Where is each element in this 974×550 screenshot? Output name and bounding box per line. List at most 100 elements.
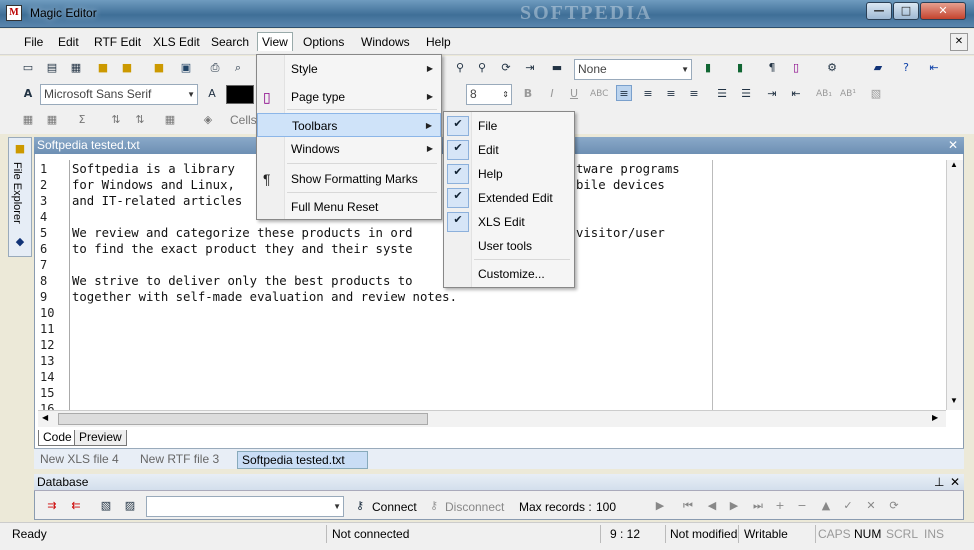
- bullets-icon[interactable]: ☰: [714, 86, 730, 102]
- toolbar-toggle-item[interactable]: User tools: [444, 234, 574, 258]
- font-color-icon[interactable]: A: [204, 86, 220, 102]
- bookmark-icon[interactable]: ◆: [12, 234, 28, 250]
- replace-icon[interactable]: ⟳: [498, 60, 514, 76]
- help-book-icon[interactable]: ▰: [870, 60, 886, 76]
- sort-desc-icon[interactable]: ⇅: [132, 112, 148, 128]
- view-menu-item[interactable]: Windows ▶: [257, 137, 441, 161]
- numbering-icon[interactable]: ☰: [738, 86, 754, 102]
- find-icon[interactable]: ⚲: [452, 60, 468, 76]
- tab-preview[interactable]: Preview: [74, 430, 127, 446]
- menubar-close-icon[interactable]: ✕: [950, 33, 968, 51]
- help-icon[interactable]: ?: [898, 60, 914, 76]
- view-menu-item[interactable]: Toolbars ▶: [257, 113, 441, 137]
- scroll-down-icon[interactable]: ▼: [950, 396, 958, 405]
- scroll-up-icon[interactable]: ▲: [950, 160, 958, 169]
- menu-search[interactable]: Search: [211, 35, 249, 49]
- add-record-icon[interactable]: +: [772, 498, 788, 514]
- exit-icon[interactable]: ⇤: [926, 60, 942, 76]
- print-icon[interactable]: ⎙: [207, 60, 223, 76]
- db-remove-icon[interactable]: ⇇: [68, 498, 84, 514]
- close-icon[interactable]: ✕: [950, 474, 960, 490]
- connect-button[interactable]: Connect: [372, 500, 417, 514]
- align-center-icon[interactable]: ≡: [640, 86, 656, 102]
- menu-edit[interactable]: Edit: [58, 35, 79, 49]
- outdent-icon[interactable]: ⇤: [788, 86, 804, 102]
- maximize-button[interactable]: □: [893, 2, 919, 20]
- indent-icon[interactable]: ⇥: [764, 86, 780, 102]
- scroll-right-icon[interactable]: ▶: [932, 413, 938, 422]
- connect-icon[interactable]: ⚷: [352, 498, 368, 514]
- doc-tab[interactable]: New XLS file 4: [36, 451, 123, 469]
- align-left-icon[interactable]: ≡: [616, 85, 632, 101]
- app-icon[interactable]: M: [6, 5, 22, 21]
- menu-file[interactable]: File: [24, 35, 43, 49]
- open-recent-icon[interactable]: ■: [119, 60, 135, 76]
- minimize-button[interactable]: —: [866, 2, 892, 20]
- delete-record-icon[interactable]: −: [794, 498, 810, 514]
- folder-icon[interactable]: ■: [151, 60, 167, 76]
- prev-record-icon[interactable]: ◀: [704, 498, 720, 514]
- menu-xls-edit[interactable]: XLS Edit: [153, 35, 200, 49]
- close-button[interactable]: ✕: [920, 2, 966, 20]
- print-preview-icon[interactable]: ⌕: [230, 60, 246, 76]
- view-menu-item[interactable]: ▯ Page type ▶: [257, 85, 441, 109]
- menu-rtf-edit[interactable]: RTF Edit: [94, 35, 141, 49]
- color-swatch[interactable]: [226, 85, 254, 104]
- fill-icon[interactable]: ◈: [200, 112, 216, 128]
- view-menu-item[interactable]: ¶ Show Formatting Marks: [257, 167, 441, 191]
- toolbar-toggle-item[interactable]: ✔ XLS Edit: [444, 210, 574, 234]
- db-add-icon[interactable]: ⇉: [44, 498, 60, 514]
- sum-icon[interactable]: Σ: [74, 112, 90, 128]
- edit-record-icon[interactable]: ▲: [818, 498, 834, 514]
- save-icon[interactable]: ▣: [178, 60, 194, 76]
- scroll-left-icon[interactable]: ◀: [42, 413, 48, 422]
- font-combo[interactable]: Microsoft Sans Serif ▼: [40, 84, 198, 105]
- toolbar-toggle-item[interactable]: ✔ Extended Edit: [444, 186, 574, 210]
- db-report-icon[interactable]: ▨: [122, 498, 138, 514]
- scroll-thumb[interactable]: [58, 413, 428, 425]
- subscript-icon[interactable]: AB₁: [816, 86, 832, 102]
- cancel-record-icon[interactable]: ✕: [863, 498, 879, 514]
- page-type-icon[interactable]: ▯: [788, 60, 804, 76]
- goto-icon[interactable]: ⇥: [522, 60, 538, 76]
- table-icon[interactable]: ▦: [20, 112, 36, 128]
- refresh-icon[interactable]: ⟳: [886, 498, 902, 514]
- sort-asc-icon[interactable]: ⇅: [108, 112, 124, 128]
- menu-help[interactable]: Help: [426, 35, 451, 49]
- cells-label[interactable]: Cells: [230, 113, 257, 127]
- italic-icon[interactable]: I: [544, 86, 560, 102]
- file-explorer-panel[interactable]: ■ File Explorer ◆: [8, 137, 32, 257]
- toolbar-toggle-item[interactable]: Customize...: [444, 262, 574, 286]
- align-right-icon[interactable]: ≡: [663, 86, 679, 102]
- disconnect-icon[interactable]: ⚷: [426, 498, 442, 514]
- db-connection-combo[interactable]: ▼: [146, 496, 344, 517]
- view-menu-item[interactable]: Style ▶: [257, 57, 441, 81]
- close-icon[interactable]: ✕: [948, 137, 958, 153]
- underline-icon[interactable]: U: [566, 86, 582, 102]
- format-icon[interactable]: ▧: [868, 86, 884, 102]
- style-combo[interactable]: None ▼: [574, 59, 692, 80]
- last-record-icon[interactable]: ⏭: [750, 498, 766, 514]
- menu-options[interactable]: Options: [303, 35, 344, 49]
- db-run-icon[interactable]: ▶: [652, 498, 668, 514]
- doc-tab[interactable]: New RTF file 3: [136, 451, 223, 469]
- toolbar-toggle-item[interactable]: ✔ File: [444, 114, 574, 138]
- doc-tab-selected[interactable]: Softpedia tested.txt: [237, 451, 368, 469]
- strike-icon[interactable]: ABC: [590, 86, 608, 102]
- menu-view[interactable]: View: [257, 32, 293, 51]
- next-record-icon[interactable]: ▶: [726, 498, 742, 514]
- borders-icon[interactable]: ▦: [162, 112, 178, 128]
- post-record-icon[interactable]: ✓: [840, 498, 856, 514]
- vertical-scrollbar[interactable]: ▲ ▼: [946, 160, 963, 410]
- justify-icon[interactable]: ≡: [686, 86, 702, 102]
- menu-windows[interactable]: Windows: [361, 35, 410, 49]
- new-file-icon[interactable]: ▭: [20, 60, 36, 76]
- horizontal-scrollbar[interactable]: ◀ ▶: [38, 410, 946, 427]
- template-icon[interactable]: ▦: [68, 60, 84, 76]
- tab-code[interactable]: Code: [38, 430, 77, 446]
- open-folder-icon[interactable]: ■: [95, 60, 111, 76]
- toolbar-toggle-item[interactable]: ✔ Help: [444, 162, 574, 186]
- line-icon[interactable]: ▬: [549, 60, 565, 76]
- table2-icon[interactable]: ▦: [44, 112, 60, 128]
- find-next-icon[interactable]: ⚲: [474, 60, 490, 76]
